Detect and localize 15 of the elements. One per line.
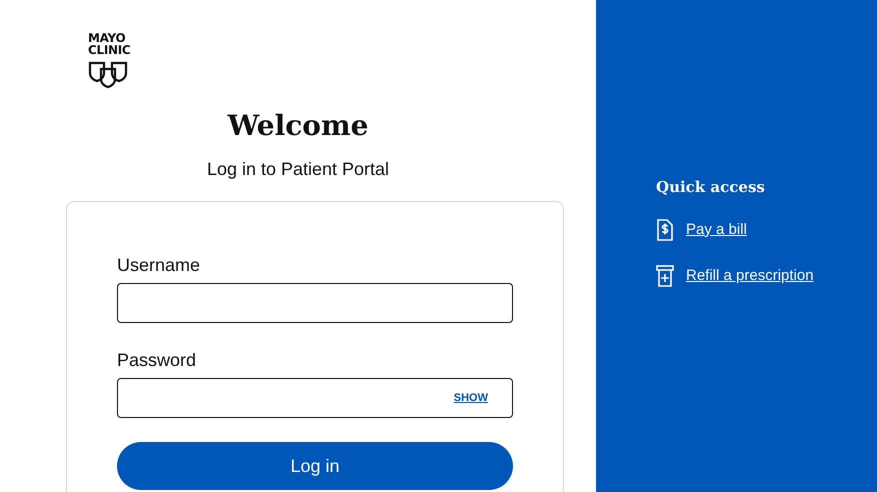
quick-access-link[interactable]: Pay a bill bbox=[686, 218, 747, 241]
logo-icon bbox=[88, 61, 128, 89]
logo-text: MAYO CLINIC bbox=[88, 32, 132, 56]
quick-access-link[interactable]: Refill a prescription bbox=[686, 265, 814, 288]
login-button[interactable]: Log in bbox=[117, 442, 513, 490]
username-field[interactable] bbox=[117, 283, 513, 323]
heading: Welcome bbox=[226, 108, 370, 144]
password-field[interactable]: SHOW bbox=[117, 378, 513, 418]
bill-icon bbox=[656, 218, 674, 241]
section-title: Quick access bbox=[656, 177, 766, 198]
show-password-button[interactable]: SHOW bbox=[454, 390, 488, 406]
pill-bottle-icon bbox=[656, 265, 674, 288]
field-label: Username bbox=[117, 254, 202, 277]
field-label: Password bbox=[117, 349, 198, 372]
subheading: Log in to Patient Portal bbox=[206, 158, 390, 181]
